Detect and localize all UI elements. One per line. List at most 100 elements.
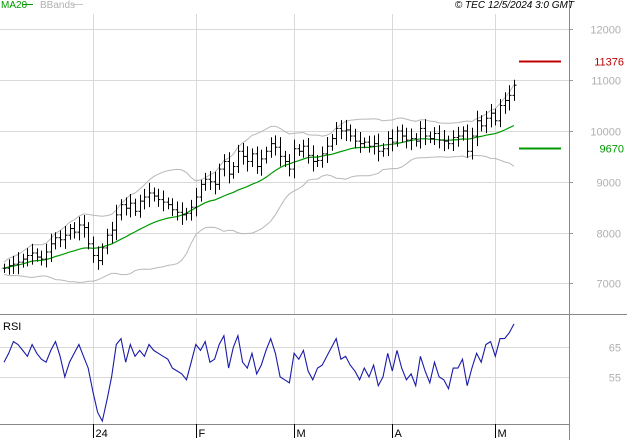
ohlc-bar	[96, 246, 101, 270]
ohlc-bar	[297, 144, 302, 156]
ohlc-bar	[133, 198, 138, 216]
ohlc-bar	[213, 171, 218, 195]
ohlc-bar	[451, 130, 456, 151]
month-label: M	[297, 428, 306, 440]
ohlc-bar	[72, 222, 77, 239]
ohlc-bar	[306, 137, 311, 164]
ohlc-bar	[170, 198, 175, 217]
rsi-tick-label: 65	[609, 343, 621, 355]
ohlc-bar	[367, 135, 372, 153]
ohlc-bar	[250, 148, 255, 167]
price-tick-label: 8000	[597, 229, 621, 241]
price-tick-label: 11000	[591, 76, 621, 88]
legend-bbands: BBands	[40, 0, 75, 11]
ohlc-bar	[358, 131, 363, 153]
ohlc-bar	[362, 137, 367, 149]
ohlc-bar	[470, 127, 475, 160]
ohlc-bar	[320, 146, 325, 168]
ohlc-bar	[465, 124, 470, 158]
rsi-line	[3, 323, 515, 423]
ohlc-bar	[161, 190, 166, 212]
ohlc-bar	[86, 222, 91, 250]
ohlc-bar	[231, 161, 236, 179]
ohlc-bar	[194, 187, 199, 217]
ohlc-bar	[348, 124, 353, 142]
axes	[0, 0, 627, 440]
ohlc-bar	[21, 253, 26, 268]
ohlc-bar	[227, 152, 232, 184]
ohlc-bar	[2, 263, 7, 273]
price-tick-label: 9000	[597, 178, 621, 190]
chart-canvas: 11376 9670 7000 8000 9000 10000 11000 12000 55 6…	[0, 0, 627, 440]
ohlc-bar	[264, 146, 269, 164]
ma20-line	[3, 124, 515, 269]
rsi-tick-label: 55	[609, 373, 621, 385]
ohlc-bar	[44, 243, 49, 268]
legend-ma20-swatch	[23, 4, 33, 5]
ohlc-bar	[311, 145, 316, 172]
month-label: A	[395, 428, 403, 440]
ohlc-bar	[39, 250, 44, 266]
ohlc-bar	[203, 172, 208, 191]
ma20-overlay	[3, 124, 515, 269]
ohlc-bar	[287, 154, 292, 177]
ohlc-bar	[400, 124, 405, 143]
ohlc-bar	[68, 224, 73, 240]
ohlc-bar	[58, 230, 63, 248]
ohlc-bar	[489, 104, 494, 128]
ohlc-bar	[423, 119, 428, 146]
bbands-overlay	[3, 84, 515, 283]
ohlc-bar	[166, 197, 171, 210]
ohlc-bar	[269, 137, 274, 158]
price-tick-label: 10000	[590, 127, 621, 139]
ohlc-bar	[110, 221, 115, 244]
ohlc-bar	[475, 110, 480, 147]
ohlc-bar	[199, 179, 204, 202]
ohlc-bar	[11, 255, 16, 274]
ohlc-bar	[105, 228, 110, 255]
ohlc-bar	[259, 149, 264, 176]
ohlc-bar	[376, 133, 381, 162]
price-bars	[2, 79, 517, 275]
ohlc-bar	[437, 125, 442, 149]
level-lines: 11376 9670	[519, 57, 624, 156]
ohlc-bar	[292, 139, 297, 179]
y-tick-labels: 7000 8000 9000 10000 11000 12000 55 65	[590, 25, 621, 385]
x-tick-labels: 24 F M A M	[93, 424, 507, 440]
ohlc-bar	[114, 204, 119, 241]
month-label: M	[498, 428, 507, 440]
ohlc-bar	[404, 127, 409, 149]
ohlc-bar	[142, 188, 147, 210]
ohlc-bar	[334, 122, 339, 145]
month-label: F	[199, 428, 206, 440]
ohlc-bar	[418, 121, 423, 149]
rsi-grid	[0, 318, 569, 424]
ohlc-bar	[372, 135, 377, 155]
ohlc-bar	[147, 182, 152, 208]
ohlc-bar	[156, 188, 161, 207]
legend-bbands-swatch	[73, 4, 83, 5]
ohlc-bar	[217, 163, 222, 190]
ohlc-bar	[77, 216, 82, 241]
level-label: 11376	[594, 57, 624, 69]
legend-ma20: MA20	[1, 0, 28, 11]
ohlc-bar	[390, 129, 395, 152]
ohlc-bar	[273, 135, 278, 156]
price-tick-label: 7000	[597, 279, 621, 291]
ohlc-bar	[222, 154, 227, 177]
ohlc-bar	[278, 137, 283, 167]
ohlc-bar	[245, 146, 250, 172]
ohlc-bar	[456, 126, 461, 147]
ohlc-bar	[493, 108, 498, 126]
rsi-title: RSI	[3, 321, 21, 333]
ohlc-bar	[432, 127, 437, 145]
ohlc-bar	[35, 248, 40, 262]
ohlc-bar	[446, 135, 451, 150]
ohlc-bar	[63, 226, 68, 249]
ohlc-bar	[330, 134, 335, 151]
bband-lower-line	[3, 155, 515, 283]
ohlc-bar	[344, 119, 349, 142]
ohlc-bar	[386, 131, 391, 157]
month-label: 24	[96, 428, 108, 440]
ohlc-bar	[138, 194, 143, 218]
